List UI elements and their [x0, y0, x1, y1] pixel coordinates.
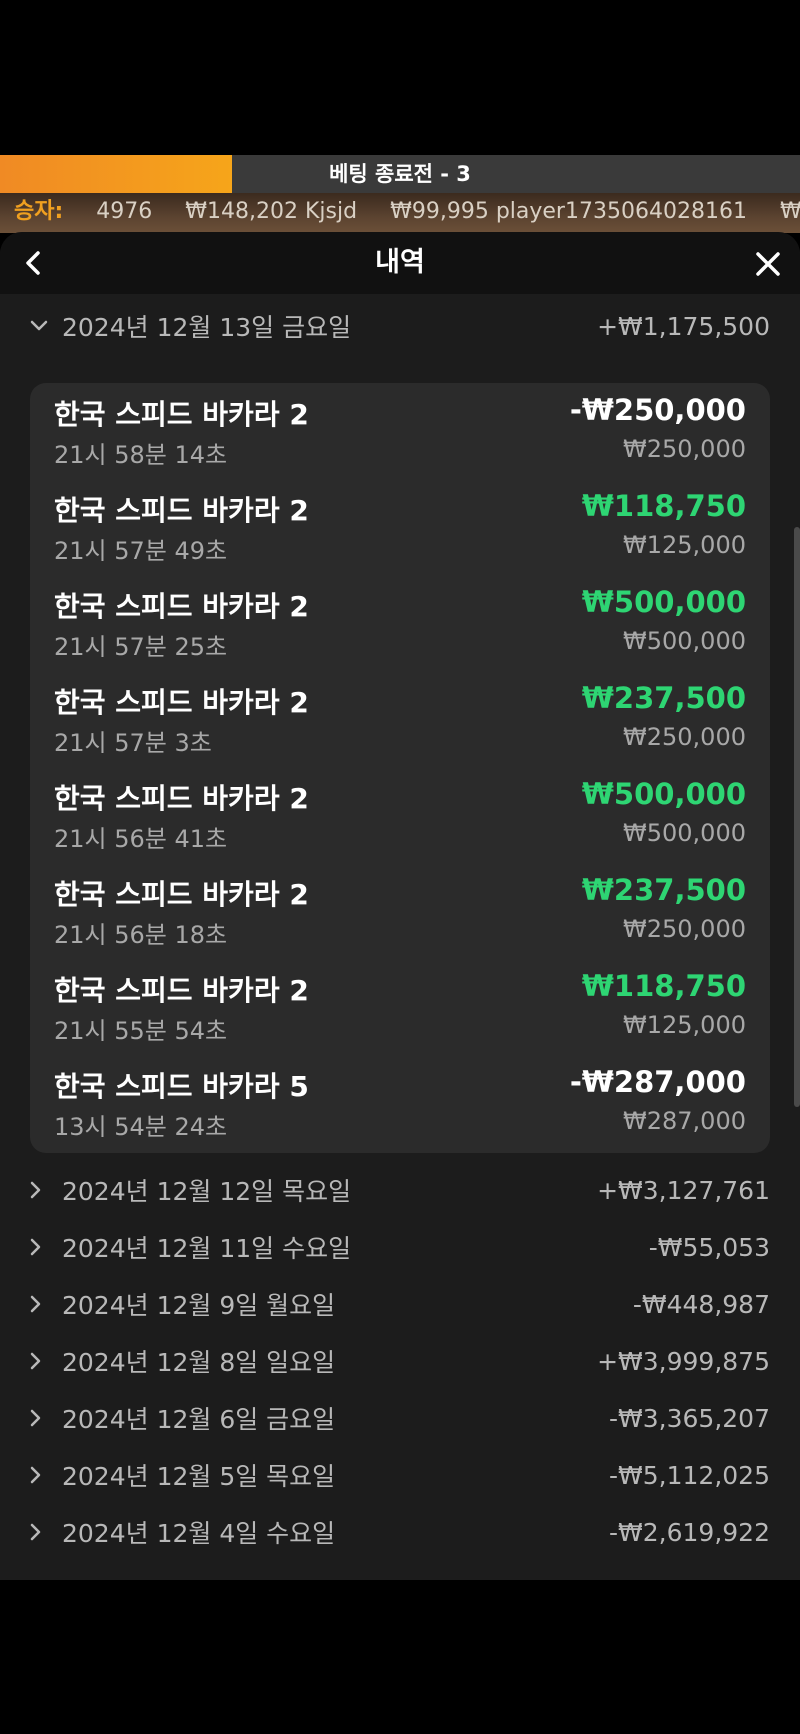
game-name: 한국 스피드 바카라 5 — [54, 1070, 309, 1103]
day-amount: +₩3,127,761 — [597, 1175, 770, 1205]
transaction-result: ₩118,750 — [581, 489, 746, 523]
transaction-result: -₩287,000 — [569, 1065, 746, 1099]
day-amount: -₩5,112,025 — [609, 1460, 770, 1490]
transaction-time: 21시 58분 14초 — [54, 441, 228, 469]
transaction-stake: ₩250,000 — [623, 915, 746, 943]
chevron-right-icon — [30, 1466, 62, 1484]
day-date: 2024년 12월 12일 목요일 — [62, 1177, 352, 1206]
game-name: 한국 스피드 바카라 2 — [54, 590, 309, 623]
game-name: 한국 스피드 바카라 2 — [54, 878, 309, 911]
transaction-stake: ₩250,000 — [623, 723, 746, 751]
close-button[interactable] — [750, 246, 786, 282]
transaction-stake: ₩125,000 — [623, 1011, 746, 1039]
transaction-result: ₩500,000 — [581, 777, 746, 811]
chevron-right-icon — [30, 1409, 62, 1427]
day-amount: -₩55,053 — [648, 1232, 770, 1262]
transaction-row[interactable]: 한국 스피드 바카라 2 21시 56분 41초 ₩500,000 ₩500,0… — [30, 771, 770, 867]
chevron-right-icon — [30, 1181, 62, 1199]
transaction-stake: ₩500,000 — [623, 627, 746, 655]
day-row-collapsed[interactable]: 2024년 12월 5일 목요일 -₩5,112,025 — [30, 1448, 770, 1502]
day-date: 2024년 12월 11일 수요일 — [62, 1234, 352, 1263]
transaction-time: 21시 57분 3초 — [54, 729, 212, 757]
transaction-time: 21시 57분 25초 — [54, 633, 228, 661]
transaction-result: ₩237,500 — [581, 681, 746, 715]
transaction-row[interactable]: 한국 스피드 바카라 2 21시 57분 25초 ₩500,000 ₩500,0… — [30, 579, 770, 675]
day-row-collapsed[interactable]: 2024년 12월 6일 금요일 -₩3,365,207 — [30, 1391, 770, 1445]
page-title: 내역 — [375, 247, 425, 278]
transaction-result: ₩237,500 — [581, 873, 746, 907]
day-row-collapsed[interactable]: 2024년 12월 11일 수요일 -₩55,053 — [30, 1220, 770, 1274]
winner-label: 승자: — [14, 199, 64, 224]
day-row-expanded[interactable]: 2024년 12월 13일 금요일 +₩1,175,500 — [30, 299, 770, 353]
scrollbar[interactable] — [794, 527, 800, 1107]
transaction-stake: ₩500,000 — [623, 819, 746, 847]
day-date: 2024년 12월 13일 금요일 — [62, 313, 352, 342]
transactions-card: 한국 스피드 바카라 2 21시 58분 14초 -₩250,000 ₩250,… — [30, 383, 770, 1153]
close-icon — [756, 252, 780, 276]
transaction-time: 21시 56분 18초 — [54, 921, 228, 949]
transaction-row[interactable]: 한국 스피드 바카라 2 21시 57분 3초 ₩237,500 ₩250,00… — [30, 675, 770, 771]
game-name: 한국 스피드 바카라 2 — [54, 494, 309, 527]
transaction-time: 21시 56분 41초 — [54, 825, 228, 853]
transaction-row[interactable]: 한국 스피드 바카라 2 21시 55분 54초 ₩118,750 ₩125,0… — [30, 963, 770, 1059]
ticker-entry: ₩148,202 Kjsjd — [185, 199, 358, 224]
transaction-time: 21시 55분 54초 — [54, 1017, 228, 1045]
betting-timer-bar: 베팅 종료전 - 3 — [0, 155, 800, 193]
day-date: 2024년 12월 5일 목요일 — [62, 1462, 336, 1491]
day-date: 2024년 12월 6일 금요일 — [62, 1405, 336, 1434]
winners-ticker: 승자: 4976 ₩148,202 Kjsjd ₩99,995 player17… — [0, 193, 800, 233]
game-name: 한국 스피드 바카라 2 — [54, 974, 309, 1007]
transaction-result: -₩250,000 — [569, 393, 746, 427]
transaction-row[interactable]: 한국 스피드 바카라 2 21시 56분 18초 ₩237,500 ₩250,0… — [30, 867, 770, 963]
chevron-down-icon — [30, 320, 62, 332]
chevron-right-icon — [30, 1523, 62, 1541]
transaction-row[interactable]: 한국 스피드 바카라 2 21시 57분 49초 ₩118,750 ₩125,0… — [30, 483, 770, 579]
day-row-collapsed[interactable]: 2024년 12월 4일 수요일 -₩2,619,922 — [30, 1505, 770, 1559]
ticker-entry: 4976 — [96, 199, 153, 224]
game-name: 한국 스피드 바카라 2 — [54, 686, 309, 719]
transaction-result: ₩118,750 — [581, 969, 746, 1003]
ticker-entry: ₩96,699 — [779, 199, 800, 224]
day-amount: +₩3,999,875 — [597, 1346, 770, 1376]
transaction-row[interactable]: 한국 스피드 바카라 5 13시 54분 24초 -₩287,000 ₩287,… — [30, 1059, 770, 1155]
day-amount: +₩1,175,500 — [597, 311, 770, 341]
day-date: 2024년 12월 4일 수요일 — [62, 1519, 336, 1548]
transaction-result: ₩500,000 — [581, 585, 746, 619]
timer-label: 베팅 종료전 - 3 — [329, 162, 471, 186]
day-amount: -₩448,987 — [632, 1289, 770, 1319]
panel-header: 내역 — [0, 232, 800, 294]
ticker-entry: ₩99,995 player1735064028161 — [390, 199, 747, 224]
chevron-right-icon — [30, 1352, 62, 1370]
transaction-stake: ₩250,000 — [623, 435, 746, 463]
day-amount: -₩2,619,922 — [609, 1517, 770, 1547]
game-name: 한국 스피드 바카라 2 — [54, 782, 309, 815]
day-date: 2024년 12월 9일 월요일 — [62, 1291, 336, 1320]
chevron-right-icon — [30, 1295, 62, 1313]
day-row-collapsed[interactable]: 2024년 12월 12일 목요일 +₩3,127,761 — [30, 1163, 770, 1217]
transaction-stake: ₩287,000 — [623, 1107, 746, 1135]
transaction-row[interactable]: 한국 스피드 바카라 2 21시 58분 14초 -₩250,000 ₩250,… — [30, 387, 770, 483]
transaction-time: 13시 54분 24초 — [54, 1113, 228, 1141]
day-amount: -₩3,365,207 — [609, 1403, 770, 1433]
game-name: 한국 스피드 바카라 2 — [54, 398, 309, 431]
day-row-collapsed[interactable]: 2024년 12월 9일 월요일 -₩448,987 — [30, 1277, 770, 1331]
day-row-collapsed[interactable]: 2024년 12월 8일 일요일 +₩3,999,875 — [30, 1334, 770, 1388]
transaction-time: 21시 57분 49초 — [54, 537, 228, 565]
day-date: 2024년 12월 8일 일요일 — [62, 1348, 336, 1377]
transaction-stake: ₩125,000 — [623, 531, 746, 559]
chevron-right-icon — [30, 1238, 62, 1256]
